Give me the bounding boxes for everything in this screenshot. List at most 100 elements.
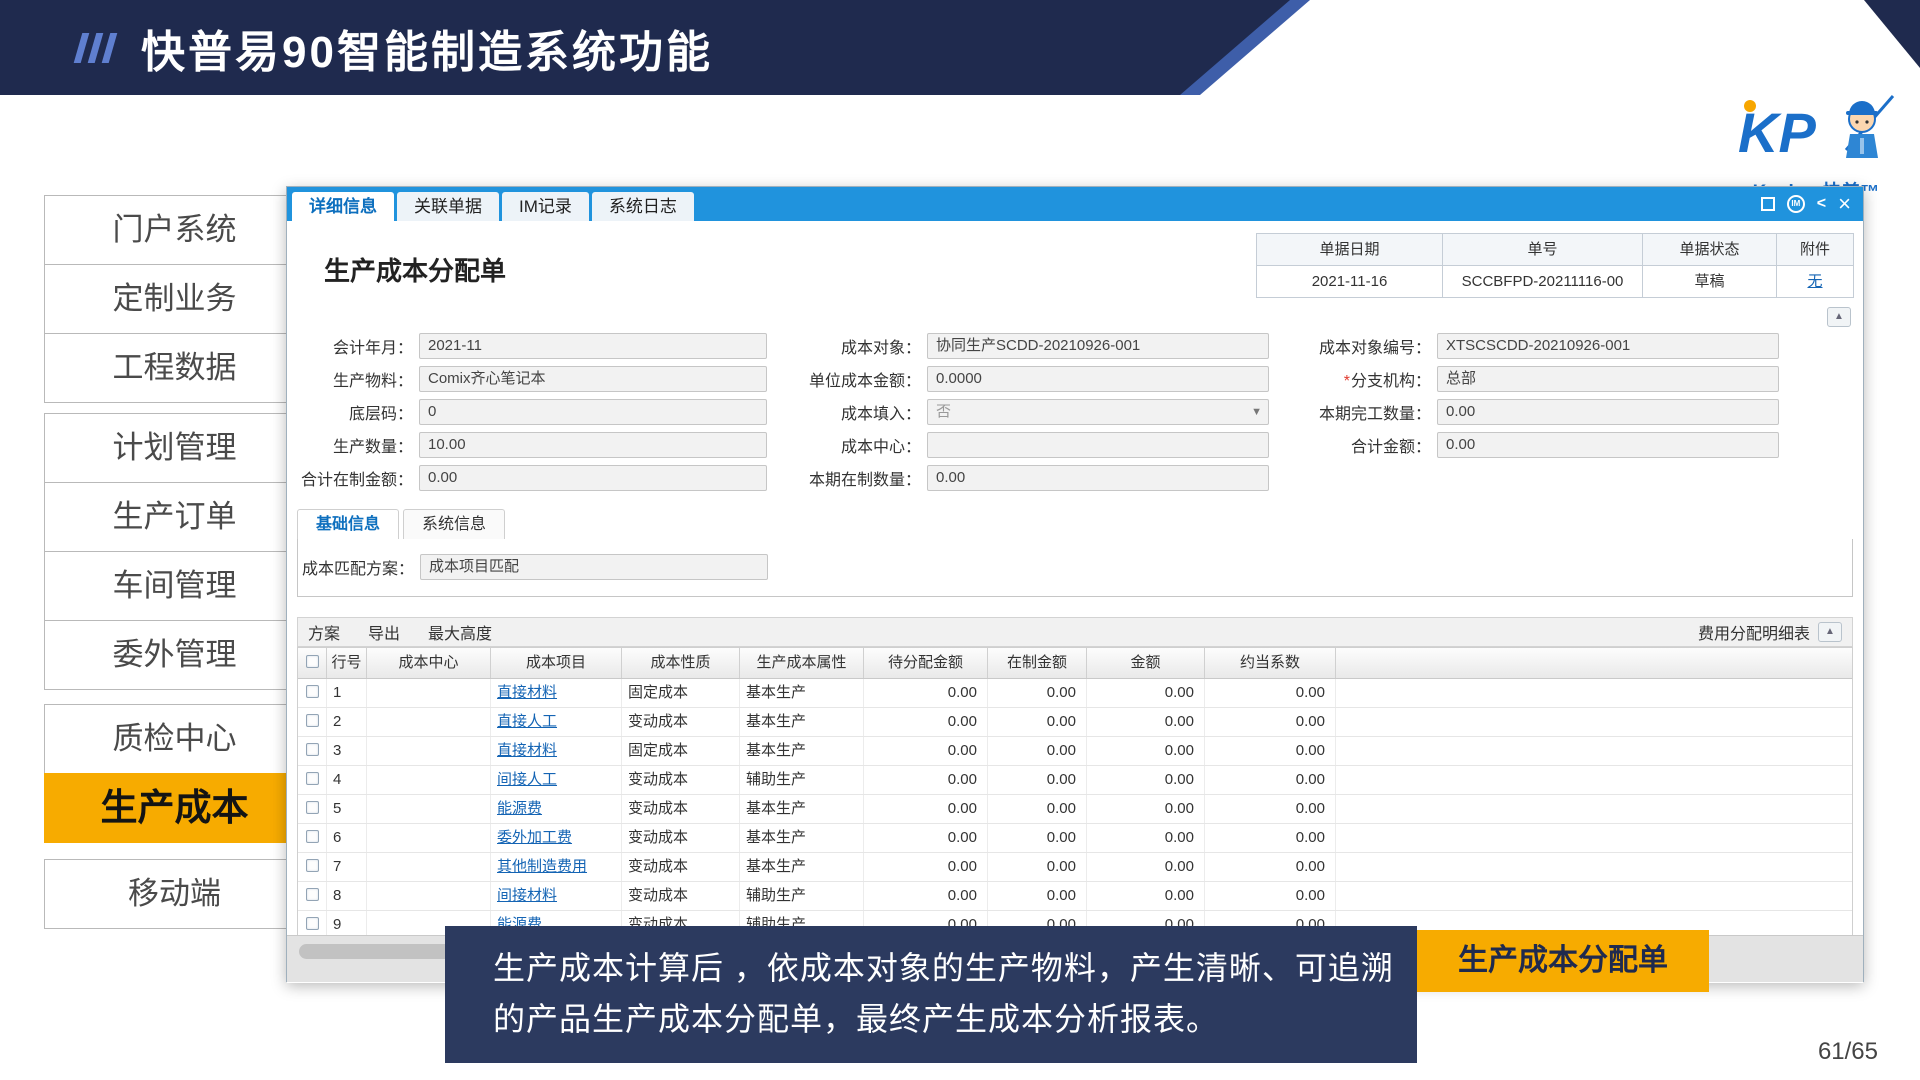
caption-tag: 生产成本分配单 [1417, 930, 1709, 992]
app-tab[interactable]: 关联单据 [397, 192, 499, 221]
expand-icon[interactable] [1761, 197, 1775, 211]
cost-nature-cell: 变动成本 [622, 882, 740, 910]
table-row[interactable]: 2 直接人工 变动成本 基本生产 0.00 0.00 0.00 0.00 [298, 708, 1852, 737]
branch-input[interactable]: 总部 [1437, 366, 1779, 392]
table-row[interactable]: 7 其他制造费用 变动成本 基本生产 0.00 0.00 0.00 0.00 [298, 853, 1852, 882]
table-row[interactable]: 5 能源费 变动成本 基本生产 0.00 0.00 0.00 0.00 [298, 795, 1852, 824]
cost-object-input[interactable]: 协同生产SCDD-20210926-001 [927, 333, 1269, 359]
cost-item-link[interactable]: 直接人工 [497, 713, 557, 730]
table-row[interactable]: 1 直接材料 固定成本 基本生产 0.00 0.00 0.00 0.00 [298, 679, 1852, 708]
cost-item-link[interactable]: 间接材料 [497, 887, 557, 904]
attachment-link[interactable]: 无 [1807, 273, 1822, 290]
cost-item-link[interactable]: 直接材料 [497, 742, 557, 759]
app-tabs: 详细信息 关联单据 IM记录 系统日志 [292, 192, 697, 221]
row-checkbox[interactable] [306, 830, 319, 843]
grid-collapse-button[interactable]: ▲ [1818, 622, 1842, 642]
row-checkbox[interactable] [306, 801, 319, 814]
wip-amount-cell: 0.00 [988, 766, 1087, 794]
cost-center-cell [367, 824, 491, 852]
field-label: 成本中心： [787, 433, 927, 457]
table-row[interactable]: 4 间接人工 变动成本 辅助生产 0.00 0.00 0.00 0.00 [298, 766, 1852, 795]
period-finished-qty-input[interactable]: 0.00 [1437, 399, 1779, 425]
field-label: *分支机构： [1287, 367, 1437, 391]
cost-item-link[interactable]: 其他制造费用 [497, 858, 587, 875]
sidebar-item[interactable]: 计划管理 [44, 413, 305, 483]
close-icon[interactable]: × [1838, 195, 1851, 213]
period-wip-qty-input[interactable]: 0.00 [927, 465, 1269, 491]
production-material-input[interactable]: Comix齐心笔记本 [419, 366, 767, 392]
row-checkbox[interactable] [306, 859, 319, 872]
subtab[interactable]: 系统信息 [403, 509, 505, 539]
field-label: 生产数量： [297, 433, 419, 457]
app-tab[interactable]: 详细信息 [292, 192, 394, 221]
doc-info-header: 附件 [1777, 234, 1854, 266]
sidebar-item[interactable]: 定制业务 [44, 264, 305, 334]
row-checkbox[interactable] [306, 685, 319, 698]
row-checkbox[interactable] [306, 743, 319, 756]
toolbar-menu-item[interactable]: 最大高度 [428, 620, 492, 644]
field-production-material: 生产物料： Comix齐心笔记本 [297, 366, 767, 392]
cost-match-plan-input[interactable]: 成本项目匹配 [420, 554, 768, 580]
table-row[interactable]: 8 间接材料 变动成本 辅助生产 0.00 0.00 0.00 0.00 [298, 882, 1852, 911]
row-checkbox[interactable] [306, 772, 319, 785]
doc-info-table: 单据日期 单号 单据状态 附件 2021-11-16 SCCBFPD-20211… [1256, 233, 1854, 298]
sidebar-item[interactable]: 质检中心 [44, 704, 305, 774]
sidebar-item[interactable]: 工程数据 [44, 333, 305, 403]
sidebar-item[interactable]: 门户系统 [44, 195, 305, 265]
amount-cell: 0.00 [1087, 795, 1205, 823]
im-icon[interactable]: IM [1787, 195, 1805, 213]
wip-amount-cell: 0.00 [988, 824, 1087, 852]
row-no-cell: 1 [327, 679, 367, 707]
cost-item-link[interactable]: 间接人工 [497, 771, 557, 788]
sidebar-item[interactable]: 生产成本 [44, 773, 305, 843]
cost-fill-select[interactable]: 否 ▼ [927, 399, 1269, 425]
total-wip-amount-input[interactable]: 0.00 [419, 465, 767, 491]
collapse-panel-button[interactable]: ▲ [1827, 307, 1851, 327]
cost-item-link[interactable]: 能源费 [497, 800, 542, 817]
field-low-level-code: 底层码： 0 [297, 399, 767, 425]
cost-object-no-input[interactable]: XTSCSCDD-20210926-001 [1437, 333, 1779, 359]
row-filler [1336, 679, 1852, 707]
toolbar-menu-item[interactable]: 导出 [368, 620, 400, 644]
app-tab[interactable]: IM记录 [502, 192, 589, 221]
production-qty-input[interactable]: 10.00 [419, 432, 767, 458]
cost-attr-cell: 基本生产 [740, 708, 864, 736]
table-row[interactable]: 3 直接材料 固定成本 基本生产 0.00 0.00 0.00 0.00 [298, 737, 1852, 766]
cost-center-cell [367, 882, 491, 910]
coefficient-cell: 0.00 [1205, 708, 1336, 736]
accounting-period-input[interactable]: 2021-11 [419, 333, 767, 359]
subtab[interactable]: 基础信息 [297, 509, 399, 539]
app-tab[interactable]: 系统日志 [592, 192, 694, 221]
row-checkbox[interactable] [306, 888, 319, 901]
sidebar-item[interactable]: 委外管理 [44, 620, 305, 690]
low-level-code-input[interactable]: 0 [419, 399, 767, 425]
sidebar-item[interactable]: 车间管理 [44, 551, 305, 621]
header-checkbox[interactable] [306, 655, 319, 668]
table-row[interactable]: 6 委外加工费 变动成本 基本生产 0.00 0.00 0.00 0.00 [298, 824, 1852, 853]
cost-item-link[interactable]: 直接材料 [497, 684, 557, 701]
corner-decoration [1864, 0, 1920, 68]
total-amount-input[interactable]: 0.00 [1437, 432, 1779, 458]
row-no-cell: 5 [327, 795, 367, 823]
expense-detail-report-link[interactable]: 费用分配明细表 [1698, 620, 1810, 644]
cost-center-input[interactable] [927, 432, 1269, 458]
doc-info-header: 单据状态 [1643, 234, 1777, 266]
form-column-3: 成本对象编号： XTSCSCDD-20210926-001 *分支机构： 总部 … [1287, 333, 1779, 465]
col-row-no: 行号 [327, 648, 367, 678]
toolbar-menu-item[interactable]: 方案 [308, 620, 340, 644]
cost-attr-cell: 基本生产 [740, 853, 864, 881]
coefficient-cell: 0.00 [1205, 882, 1336, 910]
sidebar-item[interactable]: 移动端 [44, 859, 305, 929]
row-checkbox[interactable] [306, 917, 319, 930]
doc-date-value: 2021-11-16 [1257, 266, 1443, 298]
share-icon[interactable]: < [1817, 195, 1826, 213]
row-filler [1336, 824, 1852, 852]
row-checkbox[interactable] [306, 714, 319, 727]
cost-attr-cell: 基本生产 [740, 795, 864, 823]
sidebar-item[interactable]: 生产订单 [44, 482, 305, 552]
wip-amount-cell: 0.00 [988, 679, 1087, 707]
unit-cost-amount-input[interactable]: 0.0000 [927, 366, 1269, 392]
cost-item-link[interactable]: 委外加工费 [497, 829, 572, 846]
col-amount: 金额 [1087, 648, 1205, 678]
amount-cell: 0.00 [1087, 737, 1205, 765]
